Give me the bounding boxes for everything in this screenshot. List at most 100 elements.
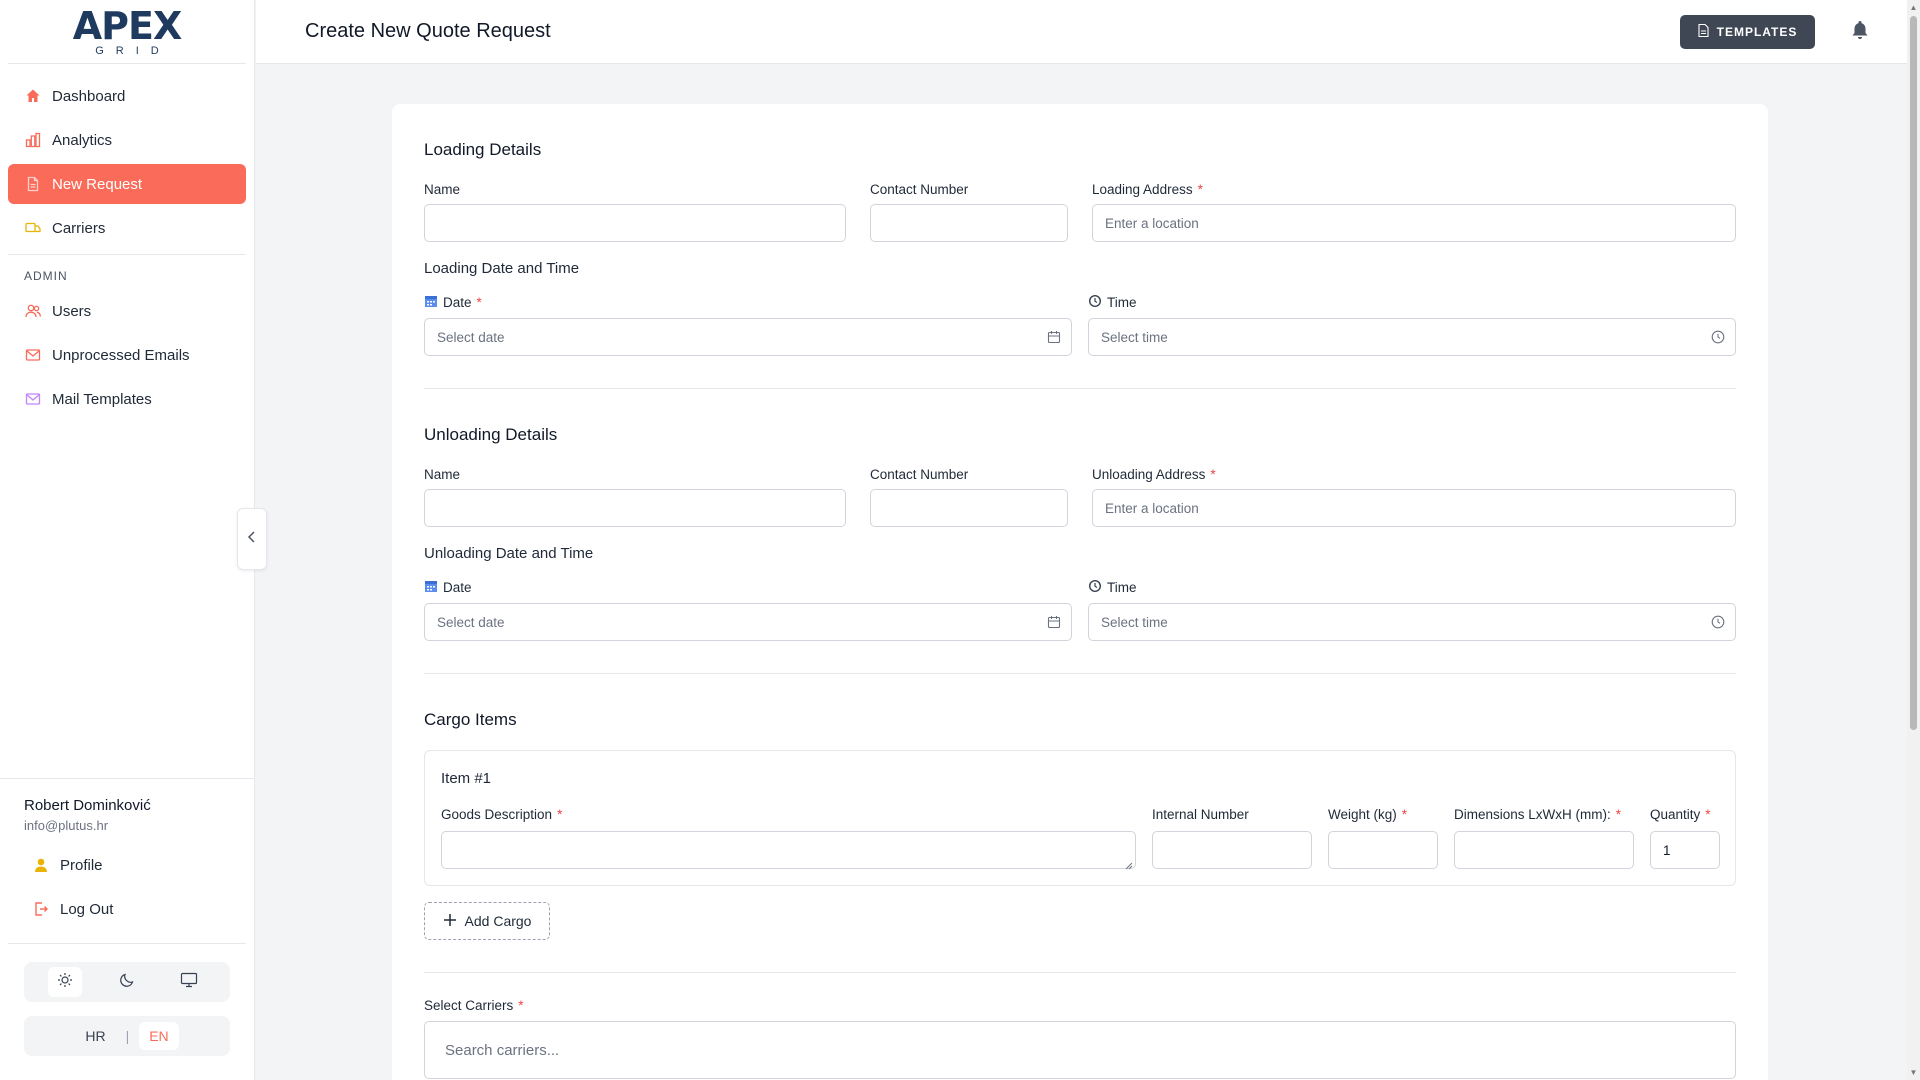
required-mark: * [557, 807, 563, 822]
quantity-label: Quantity * [1650, 807, 1711, 822]
resize-handle-icon [1125, 858, 1133, 873]
weight-input[interactable] [1328, 831, 1438, 869]
page-scrollbar[interactable]: ▲ ▼ [1907, 0, 1920, 1080]
quantity-input[interactable]: 1 [1650, 831, 1720, 869]
label-text: Dimensions LxWxH (mm): [1454, 807, 1611, 822]
home-icon [24, 87, 42, 105]
internal-number-input[interactable] [1152, 831, 1312, 869]
carrier-search-input[interactable]: Search carriers... [424, 1021, 1736, 1079]
user-email: info@plutus.hr [24, 818, 109, 833]
loading-time-label: Time [1088, 294, 1137, 311]
chevron-left-icon [247, 530, 257, 548]
unloading-date-label: Date [424, 579, 472, 596]
cargo-item-title: Item #1 [441, 770, 491, 787]
add-cargo-label: Add Cargo [464, 913, 532, 929]
unloading-time-picker[interactable]: Select time [1088, 603, 1736, 641]
sidebar-item-new-request[interactable]: New Request [8, 164, 246, 204]
input-placeholder: Select date [437, 329, 505, 345]
loading-section-title: Loading Details [424, 140, 542, 159]
required-mark: * [1615, 807, 1622, 822]
cargo-item-card: Item #1 Goods Description * Internal Numb… [424, 750, 1736, 886]
scroll-down-arrow[interactable]: ▼ [1909, 1068, 1918, 1077]
scroll-up-arrow[interactable]: ▲ [1909, 3, 1918, 12]
weight-label: Weight (kg) * [1328, 807, 1407, 822]
label-text: Unloading Date and Time [424, 545, 594, 562]
user-icon [32, 856, 50, 874]
lang-hr-button[interactable]: HR [75, 1022, 115, 1050]
required-mark: * [476, 295, 482, 310]
sidebar-collapse-button[interactable] [237, 508, 267, 570]
sidebar-item-dashboard[interactable]: Dashboard [8, 76, 246, 116]
label-text: Item #1 [441, 770, 492, 787]
bell-icon [1851, 21, 1869, 44]
sidebar-item-profile[interactable]: Profile [16, 845, 238, 885]
sidebar-item-mail-templates[interactable]: Mail Templates [8, 379, 246, 419]
label-text: Date [443, 295, 472, 310]
notifications-button[interactable] [1851, 20, 1869, 45]
required-mark: * [1705, 807, 1711, 822]
unloading-time-label: Time [1088, 579, 1137, 596]
sidebar-item-logout[interactable]: Log Out [16, 889, 238, 929]
clock-icon [1088, 579, 1102, 596]
calendar-icon [424, 579, 438, 596]
nav-section-admin: ADMIN [24, 269, 68, 283]
sidebar-item-users[interactable]: Users [8, 291, 246, 331]
sidebar-item-label: Dashboard [52, 87, 126, 105]
unloading-date-picker[interactable]: Select date [424, 603, 1072, 641]
label-text: Unloading Address [1092, 467, 1206, 482]
lang-separator: | [125, 1028, 130, 1044]
calendar-outline-icon [1047, 615, 1061, 632]
unloading-address-input[interactable]: Enter a location [1092, 489, 1736, 527]
top-header: Create New Quote Request TEMPLATES [256, 0, 1907, 64]
dimensions-input[interactable] [1454, 831, 1634, 869]
sidebar-item-analytics[interactable]: Analytics [8, 120, 246, 160]
loading-contact-input[interactable] [870, 204, 1068, 242]
logo[interactable]: APEX GRID [8, 0, 246, 64]
sidebar-item-carriers[interactable]: Carriers [8, 208, 246, 248]
sidebar-item-label: Unprocessed Emails [52, 346, 190, 364]
sidebar-item-label: Analytics [52, 131, 113, 149]
unloading-name-input[interactable] [424, 489, 846, 527]
unloading-address-label: Unloading Address * [1092, 467, 1216, 482]
unloading-contact-input[interactable] [870, 489, 1068, 527]
sidebar-item-label: Carriers [52, 219, 106, 237]
sidebar-item-label: Mail Templates [52, 390, 152, 408]
sidebar-item-unprocessed-emails[interactable]: Unprocessed Emails [8, 335, 246, 375]
nav-divider [8, 254, 246, 255]
theme-system-button[interactable] [172, 967, 206, 997]
input-placeholder: Enter a location [1105, 500, 1199, 516]
loading-date-picker[interactable]: Select date [424, 318, 1072, 356]
goods-description-textarea[interactable] [441, 831, 1136, 870]
input-placeholder: Select date [437, 614, 505, 630]
section-divider [424, 388, 1736, 389]
label-text: Quantity [1650, 807, 1701, 822]
sidebar-item-label: Users [52, 302, 92, 320]
section-divider [424, 972, 1736, 973]
theme-light-button[interactable] [48, 967, 82, 997]
loading-name-input[interactable] [424, 204, 846, 242]
logo-subtext: GRID [95, 44, 171, 57]
lang-en-button[interactable]: EN [139, 1022, 179, 1050]
clock-outline-icon [1711, 615, 1725, 632]
theme-dark-button[interactable] [110, 967, 144, 997]
templates-button[interactable]: TEMPLATES [1680, 15, 1815, 49]
loading-time-picker[interactable]: Select time [1088, 318, 1736, 356]
label-text: Goods Description [441, 807, 553, 822]
add-cargo-button[interactable]: Add Cargo [424, 902, 550, 940]
loading-datetime-title: Loading Date and Time [424, 260, 579, 277]
loading-address-input[interactable]: Enter a location [1092, 204, 1736, 242]
clock-outline-icon [1711, 330, 1725, 347]
label-text: Loading Address [1092, 182, 1193, 197]
sidebar-item-label: Profile [60, 856, 103, 874]
sidebar: APEX GRID Dashboard Analytics New Reques… [0, 0, 255, 1080]
quote-request-form: Loading Details Name Contact Number Load… [392, 104, 1768, 1080]
scroll-thumb[interactable] [1910, 16, 1917, 730]
label-text: Internal Number [1152, 807, 1249, 822]
input-placeholder: Select time [1101, 614, 1168, 630]
label-text: Date [443, 580, 472, 595]
logo-text: APEX [72, 3, 183, 48]
document-icon [1698, 23, 1709, 40]
sidebar-item-label: New Request [52, 175, 143, 193]
unloading-contact-label: Contact Number [870, 467, 968, 482]
dimensions-label: Dimensions LxWxH (mm): * [1454, 807, 1621, 822]
